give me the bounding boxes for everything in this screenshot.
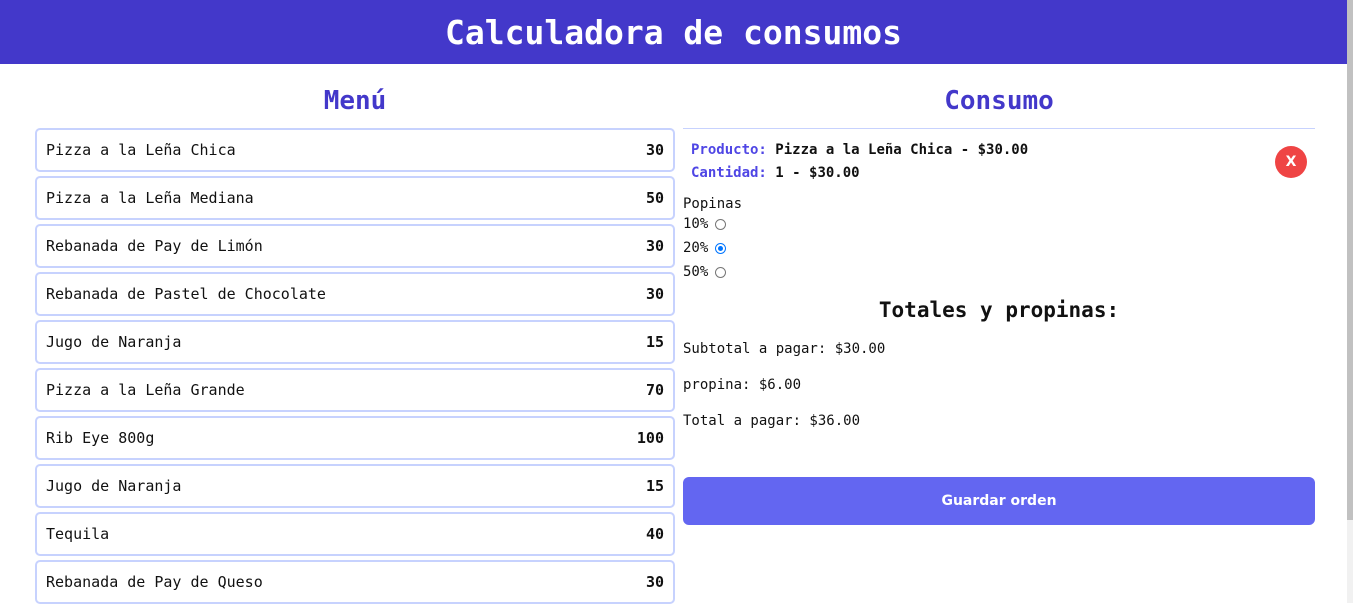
menu-item[interactable]: Pizza a la Leña Grande 70	[35, 368, 675, 412]
menu-item-price: 50	[645, 189, 664, 207]
tip-amount-text: propina: $6.00	[683, 377, 802, 393]
tip-radio-20[interactable]	[715, 242, 727, 254]
menu-item-name: Tequila	[46, 525, 110, 543]
menu-item[interactable]: Rebanada de Pastel de Chocolate 30	[35, 272, 675, 316]
scrollbar-thumb[interactable]	[1347, 0, 1353, 520]
order-item: Producto: Pizza a la Leña Chica - $30.00…	[683, 129, 1315, 187]
tip-option-label: 20%	[683, 240, 709, 256]
order-quantity-value: 1 - $30.00	[775, 165, 860, 181]
app-title: Calculadora de consumos	[445, 12, 902, 52]
order-quantity-label: Cantidad:	[691, 165, 767, 181]
menu-item-price: 40	[645, 525, 664, 543]
menu-item[interactable]: Tequila 40	[35, 512, 675, 556]
consumo-panel: Producto: Pizza a la Leña Chica - $30.00…	[683, 128, 1315, 525]
menu-title: Menú	[323, 86, 387, 116]
menu-item-name: Jugo de Naranja	[46, 333, 182, 351]
total-text: Total a pagar: $36.00	[683, 413, 861, 429]
order-product-line: Producto: Pizza a la Leña Chica - $30.00	[691, 139, 1315, 162]
page-scrollbar[interactable]	[1347, 0, 1353, 603]
menu-item[interactable]: Rebanada de Pay de Queso 30	[35, 560, 675, 604]
menu-item[interactable]: Jugo de Naranja 15	[35, 464, 675, 508]
menu-item-price: 30	[645, 141, 664, 159]
menu-item-name: Jugo de Naranja	[46, 477, 182, 495]
menu-item-name: Rebanada de Pastel de Chocolate	[46, 285, 326, 303]
tip-option-10[interactable]: 10%	[683, 212, 1315, 236]
menu-item[interactable]: Pizza a la Leña Mediana 50	[35, 176, 675, 220]
menu-item[interactable]: Rebanada de Pay de Limón 30	[35, 224, 675, 268]
app-header: Calculadora de consumos	[0, 0, 1347, 64]
menu-item-price: 30	[645, 237, 664, 255]
menu-item-price: 15	[645, 333, 664, 351]
menu-item-price: 30	[645, 573, 664, 591]
tips-title: Popinas	[683, 196, 743, 212]
menu-item-name: Pizza a la Leña Chica	[46, 141, 236, 159]
save-order-button[interactable]: Guardar orden	[683, 477, 1315, 525]
remove-item-button[interactable]: X	[1275, 146, 1307, 178]
menu-item[interactable]: Rib Eye 800g 100	[35, 416, 675, 460]
tip-radio-10[interactable]	[715, 218, 727, 230]
consumo-title: Consumo	[944, 86, 1054, 116]
menu-item-name: Pizza a la Leña Mediana	[46, 189, 254, 207]
tip-option-50[interactable]: 50%	[683, 260, 1315, 284]
subtotal-text: Subtotal a pagar: $30.00	[683, 341, 886, 357]
order-product-label: Producto:	[691, 142, 767, 158]
totals-title: Totales y propinas:	[878, 298, 1120, 322]
menu-item[interactable]: Pizza a la Leña Chica 30	[35, 128, 675, 172]
tip-option-label: 10%	[683, 216, 709, 232]
order-product-value: Pizza a la Leña Chica - $30.00	[775, 142, 1029, 158]
menu-item-name: Rib Eye 800g	[46, 429, 155, 447]
menu-item-price: 100	[636, 429, 664, 447]
tip-radio-50[interactable]	[715, 266, 727, 278]
menu-item-price: 70	[645, 381, 664, 399]
menu-list: Pizza a la Leña Chica 30 Pizza a la Leña…	[35, 128, 675, 608]
menu-item-name: Pizza a la Leña Grande	[46, 381, 245, 399]
menu-item-name: Rebanada de Pay de Queso	[46, 573, 263, 591]
menu-item-price: 30	[645, 285, 664, 303]
menu-item[interactable]: Jugo de Naranja 15	[35, 320, 675, 364]
menu-item-price: 15	[645, 477, 664, 495]
order-quantity-line: Cantidad: 1 - $30.00	[691, 162, 1315, 185]
menu-item-name: Rebanada de Pay de Limón	[46, 237, 263, 255]
tip-option-20[interactable]: 20%	[683, 236, 1315, 260]
tip-option-label: 50%	[683, 264, 709, 280]
